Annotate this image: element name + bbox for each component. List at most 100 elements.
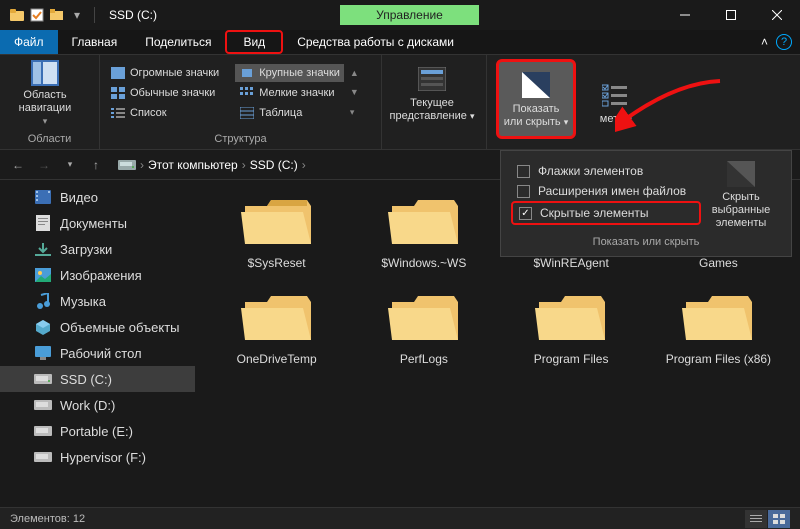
show-hide-button[interactable]: Показать или скрыть ▾	[496, 59, 576, 139]
chevron-right-icon[interactable]: ›	[242, 158, 246, 172]
small-icons-icon	[239, 85, 255, 101]
menubar: Файл Главная Поделиться Вид Средства раб…	[0, 30, 800, 55]
folder-item[interactable]: $SysReset	[205, 192, 348, 284]
sidebar-item-videos[interactable]: Видео	[0, 184, 195, 210]
checkbox-checked-icon: ✓	[519, 207, 532, 220]
breadcrumb[interactable]: › Этот компьютер › SSD (C:) ›	[118, 156, 306, 174]
nav-recent-button[interactable]: ▾	[60, 155, 80, 175]
nav-pane-label: Область навигации	[0, 89, 90, 115]
large-icons-icon	[239, 65, 255, 81]
sidebar-item-3d[interactable]: Объемные объекты	[0, 314, 195, 340]
sidebar-item-ssd-c[interactable]: SSD (C:)	[0, 366, 195, 392]
window-title: SSD (C:)	[109, 8, 157, 22]
view-details-button[interactable]	[745, 510, 767, 528]
folder-item[interactable]: Program Files (x86)	[647, 288, 790, 380]
menu-share[interactable]: Поделиться	[131, 30, 225, 54]
qat-dropdown-icon[interactable]: ▾	[68, 6, 86, 24]
layout-large[interactable]: Крупные значки	[235, 64, 344, 82]
sidebar-item-portable-e[interactable]: Portable (E:)	[0, 418, 195, 444]
layout-list[interactable]: Список	[106, 104, 223, 122]
pictures-icon	[34, 266, 52, 284]
layout-scroll-down[interactable]: ▼	[350, 87, 364, 97]
current-view-button[interactable]: Текущее представление ▾	[382, 58, 482, 128]
menu-drive-tools[interactable]: Средства работы с дисками	[283, 30, 468, 54]
drive-icon	[34, 396, 52, 414]
layout-huge[interactable]: Огромные значки	[106, 64, 223, 82]
layout-medium[interactable]: Обычные значки	[106, 84, 223, 102]
folder-icon	[386, 192, 462, 252]
nav-back-button[interactable]: ←	[8, 155, 28, 175]
sidebar-item-documents[interactable]: Документы	[0, 210, 195, 236]
qat-folder-icon[interactable]	[48, 6, 66, 24]
sidebar-item-work-d[interactable]: Work (D:)	[0, 392, 195, 418]
titlebar: ▾ SSD (C:) Управление	[0, 0, 800, 30]
menu-view[interactable]: Вид	[225, 30, 283, 54]
nav-forward-button[interactable]: →	[34, 155, 54, 175]
dropdown-footer: Показать или скрыть	[511, 236, 781, 248]
nav-pane-button[interactable]: Область навигации ▾	[0, 58, 90, 128]
folder-item[interactable]: OneDriveTemp	[205, 288, 348, 380]
hide-selected-button[interactable]: Скрыть выбранные элементы	[701, 161, 781, 230]
sidebar-item-pictures[interactable]: Изображения	[0, 262, 195, 288]
videos-icon	[34, 188, 52, 206]
folder-icon	[239, 192, 315, 252]
menu-home[interactable]: Главная	[58, 30, 132, 54]
separator	[94, 7, 95, 23]
list-icon	[110, 105, 126, 121]
check-item-flags[interactable]: Флажки элементов	[511, 161, 701, 181]
documents-icon	[34, 214, 52, 232]
group-areas-label: Области	[0, 131, 99, 149]
crumb-drive[interactable]: SSD (C:)	[250, 158, 298, 172]
show-hide-icon	[520, 69, 552, 101]
contextual-tab[interactable]: Управление	[340, 5, 479, 25]
layout-small[interactable]: Мелкие значки	[235, 84, 344, 102]
navigation-tree[interactable]: Видео Документы Загрузки Изображения Муз…	[0, 180, 195, 507]
checkbox-unchecked-icon	[517, 165, 530, 178]
status-bar: Элементов: 12	[0, 507, 800, 529]
help-icon[interactable]: ?	[776, 34, 792, 50]
huge-icons-icon	[110, 65, 126, 81]
layout-scroll-up[interactable]: ▲	[350, 68, 364, 78]
dropdown-caret-icon: ▾	[43, 115, 48, 128]
explorer-icon	[8, 6, 26, 24]
drive-icon	[118, 156, 136, 174]
sidebar-item-downloads[interactable]: Загрузки	[0, 236, 195, 262]
drive-icon	[34, 422, 52, 440]
hide-selected-icon	[727, 161, 755, 187]
ribbon: Область навигации ▾ Области Огромные зна…	[0, 55, 800, 150]
menu-file[interactable]: Файл	[0, 30, 58, 54]
sidebar-item-music[interactable]: Музыка	[0, 288, 195, 314]
nav-up-button[interactable]: ↑	[86, 155, 106, 175]
crumb-this-pc[interactable]: Этот компьютер	[148, 158, 238, 172]
group-structure-label: Структура	[100, 131, 381, 149]
folder-item[interactable]: PerfLogs	[352, 288, 495, 380]
sidebar-item-desktop[interactable]: Рабочий стол	[0, 340, 195, 366]
folder-icon	[680, 288, 756, 348]
folder-icon	[533, 288, 609, 348]
maximize-button[interactable]	[708, 0, 754, 30]
layout-table[interactable]: Таблица	[235, 104, 344, 122]
collapse-ribbon-icon[interactable]: ˄	[761, 35, 768, 49]
close-button[interactable]	[754, 0, 800, 30]
checkbox-unchecked-icon	[517, 185, 530, 198]
chevron-right-icon[interactable]: ›	[302, 158, 306, 172]
item-count: Элементов: 12	[10, 513, 85, 525]
dropdown-caret-icon: ▾	[564, 117, 569, 127]
downloads-icon	[34, 240, 52, 258]
check-file-ext[interactable]: Расширения имен файлов	[511, 181, 701, 201]
drive-icon	[34, 448, 52, 466]
qat-checkbox-icon[interactable]	[28, 6, 46, 24]
chevron-right-icon[interactable]: ›	[140, 158, 144, 172]
minimize-button[interactable]	[662, 0, 708, 30]
view-thumbnails-button[interactable]	[768, 510, 790, 528]
dropdown-caret-icon: ▾	[470, 111, 475, 121]
layout-more[interactable]: ▾	[350, 107, 364, 118]
annotation-arrow	[615, 73, 725, 133]
nav-pane-icon	[29, 58, 61, 87]
table-icon	[239, 105, 255, 121]
folder-item[interactable]: $Windows.~WS	[352, 192, 495, 284]
sidebar-item-hypervisor-f[interactable]: Hypervisor (F:)	[0, 444, 195, 470]
folder-item[interactable]: Program Files	[500, 288, 643, 380]
check-hidden-items[interactable]: ✓Скрытые элементы	[511, 201, 701, 225]
3d-objects-icon	[34, 318, 52, 336]
